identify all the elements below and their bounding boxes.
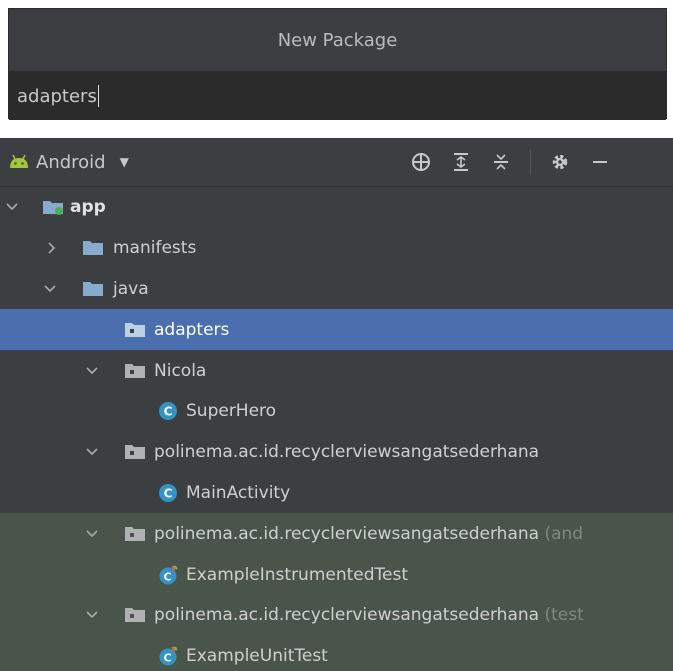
svg-text:C: C	[164, 486, 173, 500]
project-tool-window: Android ▼ app manifests java adapters Ni…	[0, 138, 673, 671]
package-icon	[125, 526, 145, 541]
tree-item-package-unit-test[interactable]: polinema.ac.id.recyclerviewsangatsederha…	[0, 594, 673, 636]
tree-item-label: ExampleUnitTest	[186, 646, 328, 667]
module-folder-icon	[43, 201, 63, 216]
gear-icon[interactable]	[549, 151, 571, 173]
new-package-dialog: New Package adapters	[8, 8, 667, 120]
tree-item-label: polinema.ac.id.recyclerviewsangatsederha…	[154, 605, 540, 626]
tree-item-label: Nicola	[154, 360, 207, 381]
source-set-suffix: (and	[539, 523, 584, 544]
tree-item-label: adapters	[154, 319, 230, 340]
expand-all-icon[interactable]	[450, 151, 472, 173]
toolbar-separator	[530, 149, 531, 175]
tree-item-label: app	[70, 197, 106, 218]
tree-item-superhero[interactable]: C SuperHero	[0, 391, 673, 432]
android-icon	[10, 154, 28, 168]
source-set-suffix: (test	[539, 605, 584, 626]
tree-item-instrumented-test[interactable]: C ExampleInstrumentedTest	[0, 554, 673, 595]
tree-item-package-android-test[interactable]: polinema.ac.id.recyclerviewsangatsederha…	[0, 513, 673, 555]
tree-item-app[interactable]: app	[0, 187, 673, 228]
java-class-icon: C	[159, 402, 177, 421]
dropdown-arrow-icon: ▼	[119, 155, 129, 169]
chevron-down-icon[interactable]	[84, 444, 100, 460]
tree-item-label: manifests	[113, 238, 197, 259]
tree-item-java[interactable]: java	[0, 269, 673, 310]
tree-item-label-group: polinema.ac.id.recyclerviewsangatsederha…	[154, 605, 584, 625]
view-selector-label: Android	[36, 151, 106, 173]
chevron-down-icon[interactable]	[4, 199, 20, 215]
package-icon	[125, 322, 145, 337]
tree-item-mainactivity[interactable]: C MainActivity	[0, 473, 673, 514]
test-class-icon: C	[159, 646, 178, 666]
locate-icon[interactable]	[410, 151, 432, 173]
package-name-input[interactable]: adapters	[9, 72, 666, 120]
tree-item-label: polinema.ac.id.recyclerviewsangatsederha…	[154, 442, 540, 463]
tree-item-label: polinema.ac.id.recyclerviewsangatsederha…	[154, 523, 540, 544]
tree-item-unit-test[interactable]: C ExampleUnitTest	[0, 635, 673, 671]
collapse-all-icon[interactable]	[490, 151, 512, 173]
svg-text:C: C	[163, 652, 171, 665]
package-icon	[125, 363, 145, 378]
chevron-down-icon[interactable]	[84, 607, 100, 623]
tree-item-manifests[interactable]: manifests	[0, 228, 673, 269]
project-toolbar: Android ▼	[0, 138, 673, 187]
folder-icon	[83, 241, 103, 256]
chevron-down-icon[interactable]	[84, 363, 100, 379]
tree-item-label: SuperHero	[186, 401, 277, 422]
tree-item-label: MainActivity	[186, 482, 291, 503]
chevron-right-icon[interactable]	[44, 240, 60, 256]
svg-text:C: C	[163, 570, 171, 583]
package-icon	[125, 445, 145, 460]
package-name-value: adapters	[17, 85, 97, 107]
folder-icon	[83, 281, 103, 296]
tree-item-label: ExampleInstrumentedTest	[186, 564, 409, 585]
java-class-icon: C	[159, 483, 177, 502]
dialog-title: New Package	[9, 9, 666, 72]
chevron-down-icon[interactable]	[84, 526, 100, 542]
chevron-down-icon[interactable]	[42, 281, 58, 297]
toolbar-actions	[410, 138, 629, 186]
tree-item-nicola[interactable]: Nicola	[0, 350, 673, 391]
tree-item-adapters[interactable]: adapters	[0, 309, 673, 351]
view-selector[interactable]: Android ▼	[8, 152, 129, 173]
test-class-icon: C	[159, 564, 178, 585]
minimize-icon[interactable]	[589, 151, 611, 173]
tree-item-label: java	[113, 278, 149, 299]
text-caret	[97, 85, 99, 107]
svg-text:C: C	[164, 405, 173, 419]
tree-item-label-group: polinema.ac.id.recyclerviewsangatsederha…	[154, 524, 583, 544]
project-tree: app manifests java adapters Nicola C Sup…	[0, 187, 673, 671]
package-icon	[125, 608, 145, 623]
tree-item-package-main[interactable]: polinema.ac.id.recyclerviewsangatsederha…	[0, 432, 673, 473]
